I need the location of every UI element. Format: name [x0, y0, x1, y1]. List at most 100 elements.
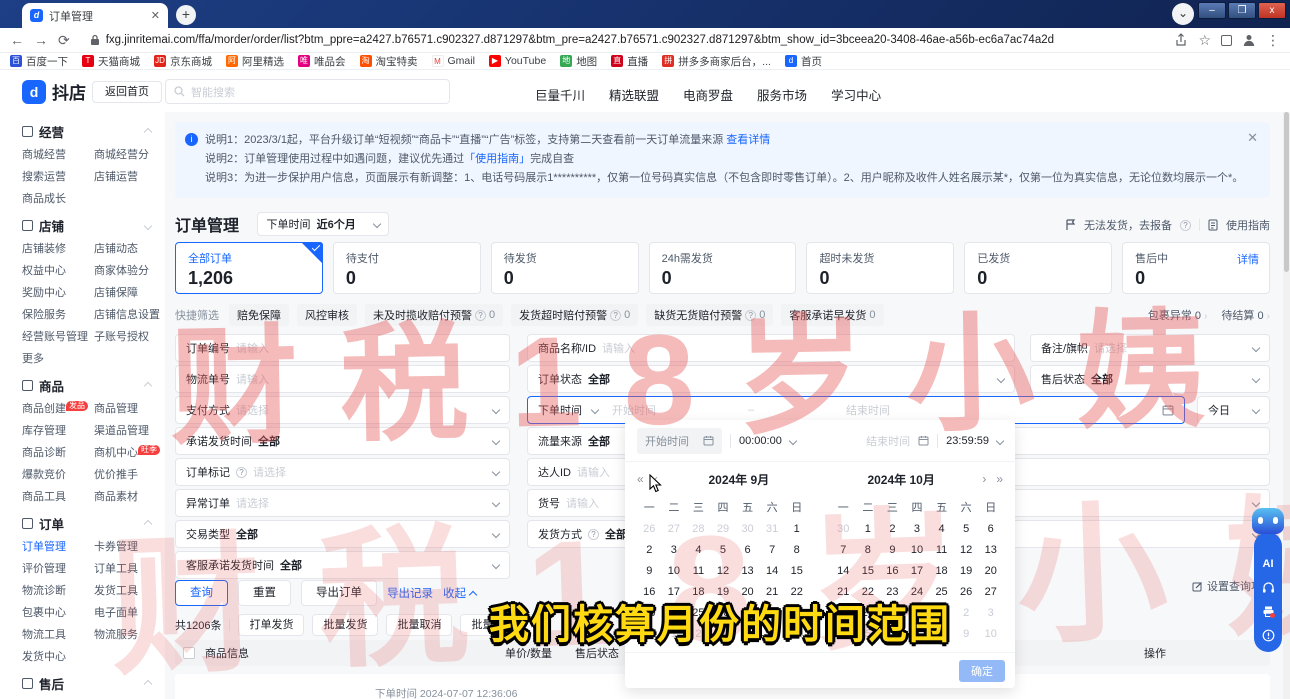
day-cell[interactable]: 15: [856, 563, 881, 580]
sidebar-item[interactable]: 经营账号管理: [22, 328, 94, 344]
filter-chip[interactable]: 客服承诺早发货0: [781, 304, 883, 326]
day-cell[interactable]: 10: [662, 563, 687, 580]
bookmark-item[interactable]: T天猫商城: [82, 54, 140, 69]
sidebar-item[interactable]: 电子面单: [94, 604, 165, 620]
day-cell[interactable]: 24: [662, 605, 687, 622]
sidebar-item[interactable]: 商家体验分: [94, 262, 165, 278]
sidebar-item[interactable]: 子账号授权: [94, 328, 165, 344]
tab-close-icon[interactable]: ✕: [151, 9, 160, 22]
bookmark-star-icon[interactable]: ☆: [1198, 32, 1211, 49]
day-cell[interactable]: 1: [784, 521, 809, 538]
sidebar-section-header[interactable]: 商品: [0, 366, 165, 400]
sidebar-item[interactable]: 物流工具: [22, 626, 94, 642]
bookmark-item[interactable]: JD京东商城: [154, 54, 212, 69]
search-input[interactable]: 智能搜索: [165, 79, 450, 104]
close-button[interactable]: x: [1258, 2, 1286, 19]
day-cell[interactable]: 23: [637, 605, 662, 622]
sidebar-item[interactable]: 商品创建发品: [22, 400, 94, 416]
export-orders-button[interactable]: 导出订单: [301, 580, 377, 606]
end-clock-select[interactable]: 23:59:59: [946, 435, 1003, 447]
abnormal-order-select[interactable]: 异常订单请选择: [175, 489, 510, 517]
day-cell[interactable]: 2: [880, 521, 905, 538]
time-type-select[interactable]: 下单时间: [538, 402, 582, 418]
day-cell[interactable]: 26: [637, 521, 662, 538]
day-cell[interactable]: 3: [711, 626, 736, 643]
day-cell[interactable]: 4: [686, 542, 711, 559]
filter-chip[interactable]: 发货超时赔付预警?0: [511, 304, 638, 326]
sidebar-item[interactable]: 物流诊断: [22, 582, 94, 598]
ai-button[interactable]: AI: [1263, 558, 1274, 570]
bookmark-item[interactable]: d首页: [785, 54, 822, 69]
sidebar-item[interactable]: 商品管理: [94, 400, 165, 416]
start-clock-select[interactable]: 00:00:00: [739, 435, 796, 447]
batch-button[interactable]: 打单发货: [238, 614, 304, 636]
day-cell[interactable]: 27: [978, 584, 1003, 601]
top-nav-item[interactable]: 学习中心: [831, 85, 881, 104]
detail-link[interactable]: 详情: [1237, 251, 1259, 267]
sidebar-item[interactable]: 奖励中心: [22, 284, 94, 300]
sidebar-item[interactable]: 搜索运营: [22, 168, 94, 184]
promise-ship-select[interactable]: 承诺发货时间全部: [175, 427, 510, 455]
day-cell[interactable]: 8: [784, 542, 809, 559]
order-no-input[interactable]: 订单编号请输入: [175, 334, 510, 362]
day-cell[interactable]: 28: [760, 605, 785, 622]
scrollbar-thumb[interactable]: [1284, 112, 1289, 272]
next-month-icon[interactable]: ›: [982, 472, 986, 486]
day-cell[interactable]: 7: [831, 542, 856, 559]
day-cell[interactable]: 6: [735, 542, 760, 559]
day-cell[interactable]: 2: [954, 605, 979, 622]
top-nav-item[interactable]: 电商罗盘: [683, 85, 733, 104]
usage-guide-link[interactable]: 「使用指南」: [464, 153, 530, 165]
sidebar-item[interactable]: 权益中心: [22, 262, 94, 278]
remark-flag-select[interactable]: 备注/旗帜请选择: [1030, 334, 1270, 362]
sidebar-item[interactable]: 店铺信息设置: [94, 306, 165, 322]
bookmark-item[interactable]: MGmail: [432, 55, 475, 67]
bookmark-item[interactable]: 唯唯品会: [298, 54, 346, 69]
day-cell[interactable]: 31: [760, 521, 785, 538]
alert-icon[interactable]: [1262, 629, 1275, 642]
sidebar-item[interactable]: 卡券管理: [94, 538, 165, 554]
bookmark-item[interactable]: 拼拼多多商家后台，...: [662, 54, 771, 69]
day-cell[interactable]: 13: [978, 542, 1003, 559]
day-cell[interactable]: 28: [686, 521, 711, 538]
prev-year-icon[interactable]: «: [637, 472, 644, 486]
day-cell[interactable]: 9: [954, 626, 979, 643]
day-cell[interactable]: 29: [784, 605, 809, 622]
stat-card[interactable]: 已发货0: [964, 242, 1112, 294]
browser-tab[interactable]: d 订单管理 ✕: [22, 3, 168, 28]
assistant-robot-avatar[interactable]: [1252, 508, 1284, 534]
day-cell[interactable]: 5: [954, 521, 979, 538]
day-cell[interactable]: 3: [978, 605, 1003, 622]
sidebar-item[interactable]: 店铺装修: [22, 240, 94, 256]
sidebar-item[interactable]: 物流服务: [94, 626, 165, 642]
day-cell[interactable]: 30: [637, 626, 662, 643]
day-cell[interactable]: 5: [856, 626, 881, 643]
sidebar-section-header[interactable]: 订单: [0, 504, 165, 538]
day-cell[interactable]: 16: [880, 563, 905, 580]
day-cell[interactable]: 11: [929, 542, 954, 559]
sidebar-item[interactable]: 库存管理: [22, 422, 94, 438]
day-cell[interactable]: 5: [760, 626, 785, 643]
bookmark-item[interactable]: 淘淘宝特卖: [360, 54, 418, 69]
product-name-input[interactable]: 商品名称/ID请输入: [527, 334, 1015, 362]
batch-button[interactable]: 批量发货: [312, 614, 378, 636]
bookmark-item[interactable]: 百百度一下: [10, 54, 68, 69]
filter-chip[interactable]: 风控审核: [297, 304, 357, 326]
stat-card[interactable]: 超时未发货0: [806, 242, 954, 294]
day-cell[interactable]: 19: [711, 584, 736, 601]
stat-card[interactable]: 24h需发货0: [649, 242, 797, 294]
day-cell[interactable]: 16: [637, 584, 662, 601]
top-nav-item[interactable]: 精选联盟: [609, 85, 659, 104]
cannot-ship-link[interactable]: 无法发货，去报备: [1084, 217, 1172, 233]
day-cell[interactable]: 1: [662, 626, 687, 643]
next-year-icon[interactable]: »: [996, 472, 1003, 486]
confirm-button[interactable]: 确定: [959, 660, 1005, 682]
sidebar-item[interactable]: 渠道品管理: [94, 422, 165, 438]
day-cell[interactable]: 15: [784, 563, 809, 580]
day-cell[interactable]: 21: [760, 584, 785, 601]
day-cell[interactable]: 9: [637, 563, 662, 580]
day-cell[interactable]: 11: [686, 563, 711, 580]
day-cell[interactable]: 27: [662, 521, 687, 538]
share-icon[interactable]: [1174, 33, 1188, 47]
url-bar[interactable]: fxg.jinritemai.com/ffa/morder/order/list…: [80, 31, 1165, 50]
